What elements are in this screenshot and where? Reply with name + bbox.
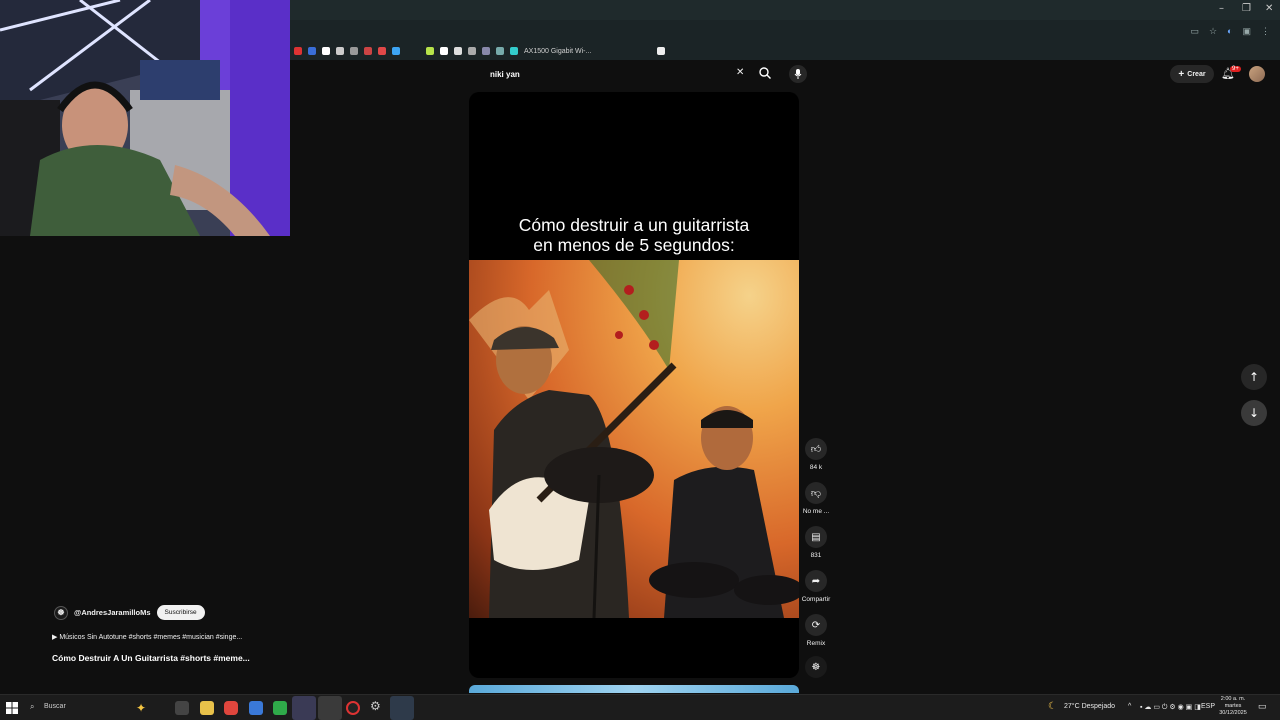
remix-label: Remix — [806, 640, 826, 647]
windows-start-icon[interactable] — [6, 701, 20, 715]
thumbs-down-icon: 👎︎ — [805, 482, 827, 504]
task-view-icon[interactable] — [175, 701, 189, 715]
app-icon[interactable] — [249, 701, 263, 715]
restore-icon[interactable]: ❐ — [1242, 3, 1251, 14]
bookmark-icon[interactable] — [657, 47, 666, 55]
share-label: Compartir — [801, 596, 831, 603]
bookmark-icon[interactable] — [482, 47, 490, 55]
next-short-button[interactable]: ↓ — [1241, 400, 1267, 426]
account-avatar[interactable] — [1249, 66, 1265, 82]
comment-icon: ▤ — [805, 526, 827, 548]
extension-icon[interactable]: ◐ — [1227, 26, 1232, 37]
copilot-sparkle-icon[interactable]: ✦ — [136, 701, 146, 715]
puzzle-icon[interactable]: ▣ — [1242, 26, 1251, 37]
video-caption: Cómo destruir a un guitarrista en menos … — [469, 215, 799, 255]
cast-icon[interactable]: ▭ — [1190, 26, 1199, 37]
weather-text[interactable]: 27°C Despejado — [1064, 703, 1115, 710]
remix-button[interactable]: ⟳ Remix — [800, 614, 832, 647]
caption-line-1: Cómo destruir a un guitarrista — [518, 215, 750, 235]
short-title[interactable]: Cómo Destruir A Un Guitarrista #shorts #… — [52, 653, 250, 663]
star-icon[interactable]: ☆ — [1209, 26, 1217, 37]
channel-avatar-icon[interactable]: ☸ — [54, 605, 68, 620]
remix-icon: ⟳ — [805, 614, 827, 636]
bookmark-icon[interactable] — [510, 47, 518, 55]
arrow-up-icon: ↑ — [1248, 370, 1260, 384]
like-button[interactable]: 👍︎ 84 k — [800, 438, 832, 471]
clock-day: martes — [1224, 703, 1242, 709]
arrow-down-icon: ↓ — [1248, 406, 1260, 420]
bookmark-icon[interactable] — [496, 47, 504, 55]
next-short-preview[interactable] — [469, 685, 799, 693]
share-button[interactable]: ➦ Compartir — [800, 570, 832, 603]
notifications-badge: 9+ — [1230, 66, 1241, 72]
share-icon: ➦ — [805, 570, 827, 592]
tray-icons[interactable]: ▪ ☁ ▭ ⏻ ⚙ ◉ ▣ ◨ — [1140, 703, 1201, 712]
comment-count: 831 — [810, 552, 822, 559]
bookmark-icon[interactable] — [426, 47, 434, 55]
bookmark-icon[interactable] — [294, 47, 302, 55]
bookmark-router[interactable]: AX1500 Gigabit Wi-... — [524, 48, 591, 55]
bookmark-icon[interactable] — [378, 47, 386, 55]
thumbs-up-icon: 👍︎ — [805, 438, 827, 460]
microphone-icon[interactable] — [789, 65, 807, 83]
app-icon-2[interactable] — [346, 701, 360, 715]
language-indicator[interactable]: ESP — [1201, 703, 1215, 710]
notification-center-icon[interactable]: ▭ — [1258, 701, 1267, 712]
taskbar-search-input[interactable]: Buscar — [44, 703, 66, 710]
settings-gear-icon[interactable]: ⚙ — [370, 699, 381, 713]
subscribe-button[interactable]: Suscribirse — [156, 605, 205, 620]
close-window-icon[interactable]: ✕ — [1265, 3, 1273, 14]
comments-button[interactable]: ▤ 831 — [800, 526, 832, 559]
search-icon[interactable] — [758, 66, 772, 80]
caption-line-2: en menos de 5 segundos: — [533, 235, 735, 255]
create-label: Crear — [1187, 70, 1206, 78]
file-explorer-icon[interactable] — [200, 701, 214, 715]
clock-date: 30/12/2025 — [1219, 710, 1247, 716]
menu-icon[interactable]: ⋮ — [1261, 26, 1270, 37]
shorts-player[interactable]: Cómo destruir a un guitarrista en menos … — [469, 92, 799, 678]
clear-search-icon[interactable]: ✕ — [736, 67, 744, 78]
bookmark-icon[interactable] — [440, 47, 448, 55]
bookmark-icon[interactable] — [336, 47, 344, 55]
clock[interactable]: 2:00 a. m. martes 30/12/2025 — [1214, 696, 1252, 717]
create-button[interactable]: + Crear — [1170, 65, 1214, 83]
tray-chevron-icon[interactable]: ^ — [1128, 703, 1131, 710]
bookmark-icon[interactable] — [322, 47, 330, 55]
search-query: niki yan — [490, 69, 520, 79]
bookmark-icon[interactable] — [454, 47, 462, 55]
music-row[interactable]: ▶ Músicos Sin Autotune #shorts #memes #m… — [52, 633, 242, 641]
brave-browser-icon[interactable] — [224, 701, 238, 715]
plus-icon: + — [1178, 68, 1185, 80]
bookmarks-bar: AX1500 Gigabit Wi-... — [290, 42, 1280, 60]
bookmark-icon[interactable] — [350, 47, 358, 55]
bookmark-icon[interactable] — [364, 47, 372, 55]
chrome-icon[interactable] — [318, 696, 342, 720]
channel-logo-icon: ☸ — [805, 656, 827, 678]
webcam-overlay — [0, 0, 290, 236]
weather-moon-icon: ☾ — [1048, 701, 1057, 712]
clock-time: 2:00 a. m. — [1220, 696, 1246, 702]
previous-short-button[interactable]: ↑ — [1241, 364, 1267, 390]
like-count: 84 k — [809, 464, 823, 471]
dislike-label: No me ... — [802, 508, 830, 515]
bookmark-icon[interactable] — [468, 47, 476, 55]
minimize-icon[interactable]: – — [1219, 3, 1224, 14]
bookmark-icon[interactable] — [308, 47, 316, 55]
channel-avatar-button[interactable]: ☸ — [800, 656, 832, 682]
music-title: Músicos Sin Autotune #shorts #memes #mus… — [59, 634, 243, 641]
steam-icon[interactable] — [390, 696, 414, 720]
taskbar-search-icon[interactable]: ⌕ — [30, 702, 34, 716]
bookmark-icon[interactable] — [392, 47, 400, 55]
video-frame[interactable] — [469, 260, 799, 618]
taskbar: ⌕ Buscar ✦ ⚙ ☾ 27°C Despejado ^ ▪ ☁ ▭ ⏻ … — [0, 694, 1280, 720]
browser-toolbar: ▭ ☆ ◐ ▣ ⋮ — [290, 20, 1280, 42]
obs-icon[interactable] — [292, 696, 316, 720]
xbox-icon[interactable] — [273, 701, 287, 715]
dislike-button[interactable]: 👎︎ No me ... — [800, 482, 832, 515]
search-input[interactable]: niki yan — [478, 64, 780, 84]
channel-row: ☸ @AndresJaramilloMs Suscribirse — [54, 605, 205, 620]
channel-name[interactable]: @AndresJaramilloMs — [74, 608, 151, 617]
